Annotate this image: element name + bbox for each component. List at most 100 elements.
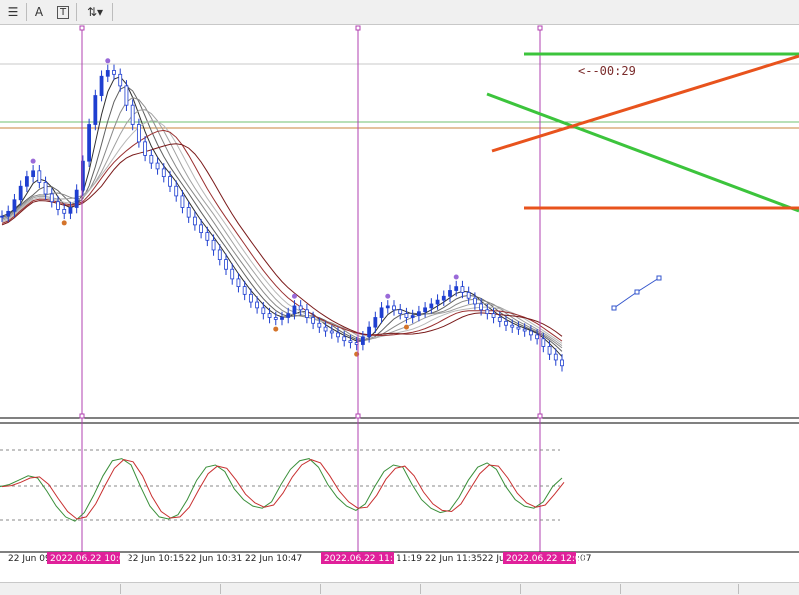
stochastic-signal-line [1, 459, 565, 520]
status-bar [0, 582, 799, 595]
arrows-dropdown-button[interactable]: ⇅▾ [80, 2, 110, 22]
candle [49, 193, 54, 203]
candle [143, 141, 148, 156]
candle [373, 317, 378, 328]
candle [18, 185, 23, 201]
fractal-down-marker [403, 324, 409, 330]
properties-button[interactable]: ☰ [2, 2, 24, 22]
candle [392, 305, 396, 311]
candle [304, 309, 309, 318]
candle [174, 185, 179, 197]
candle [105, 70, 110, 77]
bar-countdown: <--00:29 [578, 64, 636, 78]
fractal-up-marker [291, 293, 297, 299]
candle [74, 189, 79, 208]
candle [255, 301, 260, 309]
candle [460, 286, 465, 293]
candle [385, 305, 390, 309]
time-label: 22 Jun 10:47 [245, 554, 302, 564]
candle [224, 259, 228, 270]
text-box-button[interactable]: T [54, 2, 72, 22]
time-label: 22 Jun 10:31 [185, 554, 242, 564]
candle [317, 322, 322, 328]
candle [168, 176, 172, 187]
candle [479, 303, 484, 311]
vline-marker-label: 2022.06.22 10:03 [50, 554, 130, 564]
vline-marker-label: 2022.06.22 11:17 [324, 554, 404, 564]
stochastic-main-line [0, 458, 563, 522]
candle [118, 73, 123, 87]
candle [535, 334, 540, 340]
drawing-toolbar: ☰ A T ⇅▾ [0, 0, 799, 25]
candle [292, 305, 297, 315]
candle [230, 268, 235, 280]
candle [242, 286, 247, 295]
candle [217, 249, 222, 260]
price-chart[interactable]: <--00:29 22 Jun 09 22 Jun 10:15 22 Jun 1… [0, 24, 799, 582]
stochastic-panel [0, 449, 565, 522]
candle [528, 330, 533, 336]
candle [180, 195, 185, 208]
candle [323, 326, 328, 332]
candle [205, 232, 210, 241]
properties-icon: ☰ [7, 5, 19, 19]
fractal-down-marker [61, 220, 67, 226]
candle [186, 207, 191, 218]
candle [522, 328, 527, 332]
time-label: 22 Jun 11:35 [425, 554, 482, 564]
candle [261, 307, 266, 315]
candle [280, 317, 284, 320]
fractal-up-marker [105, 58, 111, 64]
candle [367, 326, 372, 338]
candle [379, 307, 384, 318]
candle [286, 313, 291, 318]
candle [547, 346, 552, 355]
time-axis: 22 Jun 09 22 Jun 10:15 22 Jun 10:31 22 J… [8, 552, 591, 564]
candle [472, 297, 477, 305]
candle [448, 290, 452, 297]
candle [124, 85, 129, 106]
candle [516, 326, 521, 330]
candle [273, 317, 278, 320]
candle [435, 299, 440, 305]
time-label: 22 Jun 10:15 [127, 554, 184, 564]
text-box-icon: T [56, 5, 70, 19]
candle [404, 313, 409, 318]
candle [510, 324, 515, 328]
candle [429, 303, 434, 309]
candle [541, 338, 546, 347]
candle [329, 330, 334, 334]
candle [31, 170, 36, 178]
candle [485, 309, 490, 315]
candle [298, 305, 303, 311]
candle [99, 75, 104, 96]
fractal-up-marker [30, 158, 36, 164]
candle [236, 278, 241, 288]
candle [560, 359, 564, 367]
arrows-dropdown-icon: ⇅▾ [86, 5, 104, 19]
candle [441, 295, 446, 301]
candle [348, 340, 353, 343]
candle [342, 336, 347, 342]
candle [416, 311, 421, 316]
candle [62, 209, 67, 214]
candle [136, 124, 141, 143]
candle [211, 239, 216, 251]
candle [423, 307, 428, 313]
candle [360, 336, 365, 345]
vline-marker-label: 2022.06.22 12:06 [506, 554, 587, 564]
candle [24, 176, 29, 187]
fractal-up-marker [453, 274, 459, 280]
candle [553, 353, 558, 361]
candle [93, 95, 98, 125]
candle [398, 309, 403, 315]
candle [130, 104, 135, 125]
candle [504, 320, 508, 326]
candle [6, 210, 11, 217]
text-label-icon: A [34, 5, 44, 19]
candle [112, 70, 116, 75]
text-label-button[interactable]: A [30, 2, 48, 22]
candle [336, 332, 340, 338]
candle [248, 293, 253, 303]
candle [311, 317, 316, 324]
